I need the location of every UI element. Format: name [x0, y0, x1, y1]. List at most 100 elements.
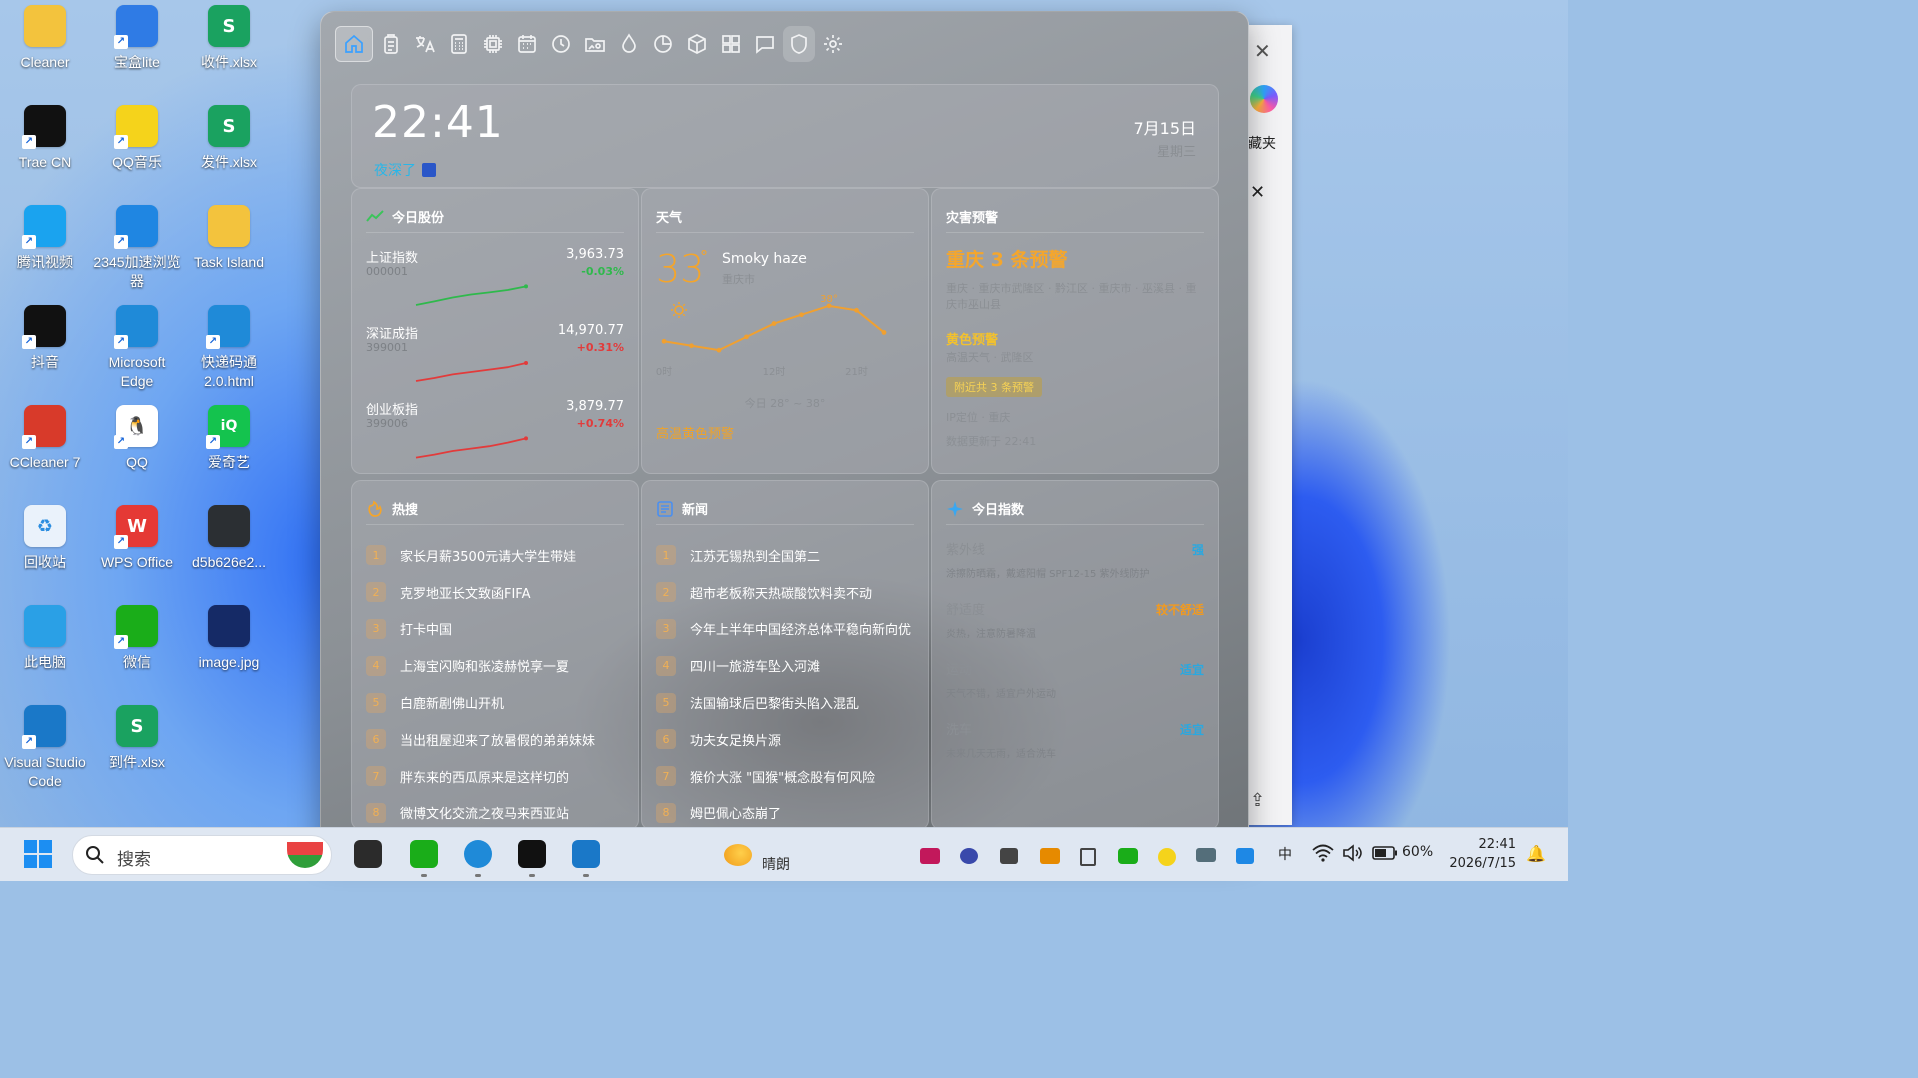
copilot-icon[interactable]: [1250, 85, 1278, 113]
desktop-icon[interactable]: ↗ 2345加速浏览器: [92, 205, 182, 300]
news-item[interactable]: 8 姆巴佩心态崩了: [656, 795, 918, 832]
volume-icon[interactable]: [1342, 844, 1364, 862]
desktop-icon[interactable]: ↗ 宝盒lite: [92, 5, 182, 100]
stock-name: 深证成指: [366, 327, 419, 342]
stock-row[interactable]: 上证指数 000001 3,963.73 -0.03%: [366, 247, 624, 319]
chip-icon[interactable]: [477, 26, 509, 62]
taskbar-search[interactable]: 搜索: [72, 835, 332, 875]
notification-bell-icon[interactable]: 🔔: [1526, 844, 1546, 863]
weather-card[interactable]: 天气 33 ° Smoky haze 重庆市 38° 0时 12时 21时 今日 28…: [641, 188, 929, 474]
edge-taskbar-icon[interactable]: [464, 840, 492, 877]
taskbar-clock[interactable]: 22:41 2026/7/15: [1449, 835, 1516, 873]
tray-app-icon[interactable]: [1040, 848, 1060, 864]
taskbar-weather-text[interactable]: 晴朗: [762, 854, 790, 874]
hot-search-item[interactable]: 4 上海宝闪购和张凌赫悦享一夏: [366, 647, 628, 684]
tray-app-icon[interactable]: [960, 848, 978, 864]
tray-app-icon[interactable]: [1118, 848, 1138, 864]
desktop-icon[interactable]: ♻ 回收站: [0, 505, 90, 600]
news-item[interactable]: 1 江苏无锡热到全国第二: [656, 537, 918, 574]
index-row[interactable]: 舒适度 较不舒适 炎热，注意防暑降温: [946, 599, 1204, 659]
desktop-icon[interactable]: W ↗ WPS Office: [92, 505, 182, 600]
tray-app-icon[interactable]: [1080, 848, 1096, 866]
desktop-icon[interactable]: image.jpg: [184, 605, 274, 700]
wechat-taskbar-icon[interactable]: [410, 840, 438, 877]
stock-row[interactable]: 深证成指 399001 14,970.77 +0.31%: [366, 323, 624, 395]
chat-icon[interactable]: [749, 26, 781, 62]
desktop-icon[interactable]: 此电脑: [0, 605, 90, 700]
desktop-icon[interactable]: ↗ QQ音乐: [92, 105, 182, 200]
hot-search-item[interactable]: 7 胖东来的西瓜原来是这样切的: [366, 758, 628, 795]
desktop-icon[interactable]: S 发件.xlsx: [184, 105, 274, 200]
translate-icon[interactable]: [409, 26, 441, 62]
index-row[interactable]: 紫外线 强涂擦防晒霜，戴遮阳帽 SPF12-15 紫外线防护: [946, 539, 1204, 599]
weather-taskbar-icon[interactable]: [724, 844, 752, 866]
index-row[interactable]: 洗车 适宜 未来几天无雨，适合洗车: [946, 719, 1204, 779]
image-folder-icon[interactable]: [579, 26, 611, 62]
pie-chart-icon[interactable]: [647, 26, 679, 62]
settings-icon[interactable]: [817, 26, 849, 62]
stock-trend-line: [415, 285, 527, 306]
shield-icon[interactable]: [783, 26, 815, 62]
index-row[interactable]: 运动 适宜 天气不错，适宜户外运动: [946, 659, 1204, 719]
disaster-warning-card[interactable]: 灾害预警 重庆 3 条预警 重庆 · 重庆市武隆区 · 黔江区 · 重庆市 · …: [931, 188, 1219, 474]
item-title: 打卡中国: [400, 623, 453, 639]
warning-updated: 数据更新于 22:41: [946, 435, 1037, 448]
desktop-icon[interactable]: d5b626e2...: [184, 505, 274, 600]
hot-search-item[interactable]: 6 当出租屋迎来了放暑假的弟弟妹妹: [366, 721, 628, 758]
desktop-icon[interactable]: 🐧 ↗ QQ: [92, 405, 182, 500]
water-drop-icon[interactable]: [613, 26, 645, 62]
hot-search-item[interactable]: 8 微博文化交流之夜马来西亚站: [366, 795, 628, 832]
wifi-icon[interactable]: [1312, 844, 1334, 862]
shortcut-arrow-icon: ↗: [22, 735, 36, 749]
hot-search-item[interactable]: 5 白鹿新剧佛山开机: [366, 684, 628, 721]
calendar-icon[interactable]: [511, 26, 543, 62]
desktop-icon[interactable]: S 到件.xlsx: [92, 705, 182, 800]
calculator-icon[interactable]: [443, 26, 475, 62]
stocks-card[interactable]: 今日股份 上证指数 000001 3,963.73 -0.03% 深证成指 399001 1…: [351, 188, 639, 474]
desktop-icon[interactable]: Task Island: [184, 205, 274, 300]
desktop-icon[interactable]: ↗ 快递码通2.0.html: [184, 305, 274, 400]
hot-search-item[interactable]: 3 打卡中国: [366, 611, 628, 648]
cube-icon[interactable]: [681, 26, 713, 62]
desktop-icon[interactable]: S 收件.xlsx: [184, 5, 274, 100]
close-icon[interactable]: ✕: [1254, 39, 1271, 63]
share-icon[interactable]: ⇪: [1250, 790, 1265, 811]
desktop-icon[interactable]: ↗ Microsoft Edge: [92, 305, 182, 400]
desktop-icon[interactable]: ↗ CCleaner 7: [0, 405, 90, 500]
news-item[interactable]: 7 猴价大涨 "国猴"概念股有何风险: [656, 758, 918, 795]
file-explorer-taskbar-icon[interactable]: [354, 840, 382, 868]
clock-icon[interactable]: [545, 26, 577, 62]
close-icon[interactable]: ✕: [1250, 182, 1265, 203]
desktop-icon[interactable]: Cleaner: [0, 5, 90, 100]
hot-search-item[interactable]: 1 家长月薪3500元请大学生带娃: [366, 537, 628, 574]
tray-app-icon[interactable]: [1158, 848, 1176, 866]
weather-alert[interactable]: 高温黄色预警: [656, 423, 734, 442]
trae-taskbar-icon[interactable]: [518, 840, 546, 877]
grid-icon[interactable]: [715, 26, 747, 62]
news-item[interactable]: 2 超市老板称天热碳酸饮料卖不动: [656, 574, 918, 611]
clipboard-icon[interactable]: [375, 26, 407, 62]
tray-app-icon[interactable]: [1196, 848, 1216, 862]
home-icon[interactable]: [335, 26, 373, 62]
desktop-icon[interactable]: ↗ 腾讯视频: [0, 205, 90, 300]
ime-indicator[interactable]: 中: [1278, 844, 1292, 864]
news-item[interactable]: 3 今年上半年中国经济总体平稳向新向优: [656, 611, 918, 648]
hot-search-item[interactable]: 2 克罗地亚长文致函FIFA: [366, 574, 628, 611]
desktop-icon[interactable]: ↗ Trae CN: [0, 105, 90, 200]
news-item[interactable]: 5 法国输球后巴黎街头陷入混乱: [656, 684, 918, 721]
tray-app-icon[interactable]: [1236, 848, 1254, 864]
news-item[interactable]: 6 功夫女足换片源: [656, 721, 918, 758]
vscode-taskbar-icon[interactable]: [572, 840, 600, 877]
desktop-icon[interactable]: ↗ Visual Studio Code: [0, 705, 90, 800]
nearby-warnings-button[interactable]: 附近共 3 条预警: [946, 377, 1042, 397]
desktop-icon[interactable]: iQ ↗ 爱奇艺: [184, 405, 274, 500]
tray-app-icon[interactable]: [1000, 848, 1018, 864]
desktop-icon[interactable]: ↗ 抖音: [0, 305, 90, 400]
desktop-icon[interactable]: ↗ 微信: [92, 605, 182, 700]
tray-app-icon[interactable]: [920, 848, 940, 864]
start-button[interactable]: [24, 840, 54, 870]
battery-icon[interactable]: [1372, 846, 1398, 860]
desktop-icon-label: 腾讯视频: [17, 254, 73, 270]
stock-row[interactable]: 创业板指 399006 3,879.77 +0.74%: [366, 399, 624, 471]
news-item[interactable]: 4 四川一旅游车坠入河滩: [656, 647, 918, 684]
